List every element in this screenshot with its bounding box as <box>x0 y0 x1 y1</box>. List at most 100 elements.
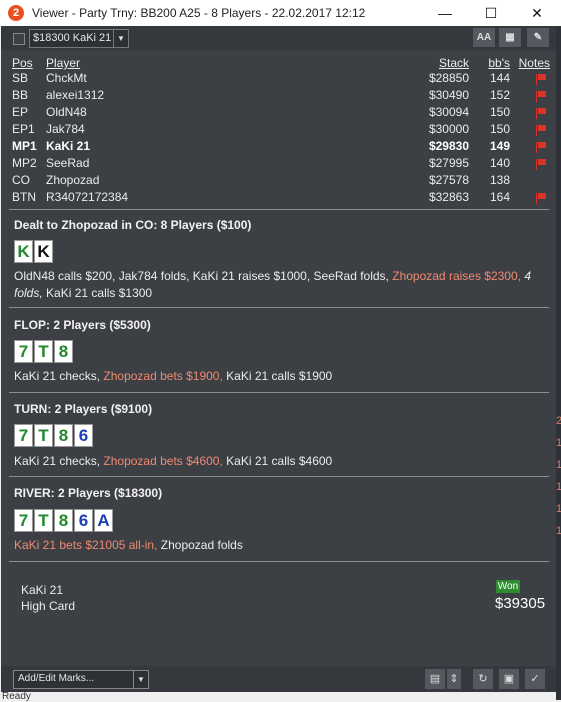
background-number: 1 <box>556 503 561 515</box>
table-row[interactable]: CO Zhopozad $27578 138 <box>12 173 552 189</box>
player-name: Jak784 <box>46 122 85 136</box>
table-row[interactable]: BB alexei1312 $30490 152 <box>12 88 552 104</box>
card: 7 <box>14 424 33 447</box>
viewer-panel: $18300 KaKi 21 ▼ AA ▦ ✎ Pos Player Stack… <box>1 26 556 692</box>
table-row[interactable]: SB ChckMt $28850 144 <box>12 71 552 87</box>
player-bbs: 150 <box>489 105 510 119</box>
player-name: OldN48 <box>46 105 87 119</box>
card: 7 <box>14 509 33 532</box>
note-flag-icon[interactable] <box>536 159 546 170</box>
card: T <box>34 509 53 532</box>
result-player: KaKi 21 <box>21 583 64 597</box>
card: T <box>34 340 53 363</box>
player-stack: $32863 <box>428 190 469 204</box>
column-header-player[interactable]: Player <box>46 56 80 70</box>
action-text: KaKi 21 calls $4600 <box>222 454 333 468</box>
table-row[interactable]: MP2 SeeRad $27995 140 <box>12 156 552 172</box>
river-cards: 7T86A <box>14 509 114 533</box>
column-header-bbs[interactable]: bb's <box>488 56 510 70</box>
player-bbs: 150 <box>489 122 510 136</box>
font-size-button[interactable]: AA <box>473 28 495 47</box>
table-row[interactable]: EP1 Jak784 $30000 150 <box>12 122 552 138</box>
won-badge: Won <box>496 580 520 593</box>
table-row[interactable]: BTN R34072172384 $32863 164 <box>12 190 552 206</box>
card: 8 <box>54 424 73 447</box>
background-app-strip <box>556 26 561 700</box>
card: A <box>94 509 113 532</box>
hand-select-dropdown[interactable]: $18300 KaKi 21 ▼ <box>29 29 129 48</box>
divider <box>9 307 549 308</box>
action-text: OldN48 calls $200, Jak784 folds, KaKi 21… <box>14 269 393 283</box>
player-pos: BB <box>12 88 29 102</box>
status-text: Ready <box>2 691 31 702</box>
table-header: Pos Player Stack bb's Notes <box>12 56 552 72</box>
maximize-button[interactable]: ☐ <box>468 0 514 26</box>
close-button[interactable]: ✕ <box>514 0 560 26</box>
grid-icon[interactable]: ▦ <box>499 28 521 47</box>
notes-icon[interactable]: ▤ <box>425 669 445 689</box>
turn-title: TURN: 2 Players ($9100) <box>14 402 153 416</box>
window-title: Viewer - Party Trny: BB200 A25 - 8 Playe… <box>32 6 366 20</box>
divider <box>9 392 549 393</box>
river-title: RIVER: 2 Players ($18300) <box>14 486 163 500</box>
chevron-down-icon[interactable]: ▼ <box>133 671 148 688</box>
preflop-title: Dealt to Zhopozad in CO: 8 Players ($100… <box>14 218 252 232</box>
card: 8 <box>54 509 73 532</box>
player-name: ChckMt <box>46 71 87 85</box>
card: T <box>34 424 53 447</box>
chevron-down-icon[interactable]: ▼ <box>113 30 128 47</box>
column-header-pos[interactable]: Pos <box>12 56 33 70</box>
note-flag-icon[interactable] <box>536 125 546 136</box>
table-row[interactable]: MP1 KaKi 21 $29830 149 <box>12 139 552 155</box>
note-flag-icon[interactable] <box>536 142 546 153</box>
player-bbs: 152 <box>489 88 510 102</box>
column-header-stack[interactable]: Stack <box>439 56 469 70</box>
save-icon[interactable]: ▣ <box>499 669 519 689</box>
player-pos: MP1 <box>12 139 37 153</box>
player-bbs: 140 <box>489 156 510 170</box>
twitter-icon[interactable]: ✓ <box>525 669 545 689</box>
divider <box>9 561 549 562</box>
player-stack: $30490 <box>428 88 469 102</box>
turn-actions: KaKi 21 checks, Zhopozad bets $4600, KaK… <box>14 453 539 470</box>
note-flag-icon[interactable] <box>536 74 546 85</box>
player-name: SeeRad <box>46 156 90 170</box>
background-number: 1 <box>556 525 561 537</box>
player-pos: CO <box>12 173 30 187</box>
action-text: KaKi 21 checks, <box>14 454 104 468</box>
background-number: 1 <box>556 459 561 471</box>
toolbar: $18300 KaKi 21 ▼ AA ▦ ✎ <box>1 26 556 50</box>
player-bbs: 144 <box>489 71 510 85</box>
action-highlight: Zhopozad bets $4600, <box>103 454 223 468</box>
player-stack: $29830 <box>428 139 469 153</box>
player-pos: EP <box>12 105 29 119</box>
flop-cards: 7T8 <box>14 340 74 364</box>
action-highlight: KaKi 21 bets $21005 all-in, <box>14 538 158 552</box>
player-name: KaKi 21 <box>46 139 91 153</box>
card: 6 <box>74 509 93 532</box>
turn-cards: 7T86 <box>14 424 94 448</box>
table-row[interactable]: EP OldN48 $30094 150 <box>12 105 552 121</box>
player-stack: $27995 <box>428 156 469 170</box>
card: K <box>14 240 33 263</box>
card: 7 <box>14 340 33 363</box>
flop-title: FLOP: 2 Players ($5300) <box>14 318 151 332</box>
action-highlight: Zhopozad bets $1900, <box>103 369 223 383</box>
won-amount: $39305 <box>495 595 546 612</box>
minimize-button[interactable]: — <box>422 0 468 26</box>
action-text: Zhopozad folds <box>157 538 243 552</box>
action-text: KaKi 21 calls $1900 <box>222 369 333 383</box>
action-highlight: Zhopozad raises $2300, <box>392 269 521 283</box>
note-flag-icon[interactable] <box>536 91 546 102</box>
bottom-bar: Add/Edit Marks... ▼ ▤ ⇕ ↻ ▣ ✓ <box>1 666 556 692</box>
column-header-notes[interactable]: Notes <box>519 56 550 70</box>
marks-dropdown[interactable]: Add/Edit Marks... ▼ <box>13 670 149 689</box>
background-number: 1 <box>556 437 561 449</box>
hand-select-value: $18300 KaKi 21 <box>33 32 112 44</box>
select-checkbox[interactable] <box>13 33 25 45</box>
note-flag-icon[interactable] <box>536 108 546 119</box>
spinner-icon[interactable]: ⇕ <box>447 669 461 689</box>
replay-icon[interactable]: ↻ <box>473 669 493 689</box>
note-flag-icon[interactable] <box>536 193 546 204</box>
edit-icon[interactable]: ✎ <box>527 28 549 47</box>
